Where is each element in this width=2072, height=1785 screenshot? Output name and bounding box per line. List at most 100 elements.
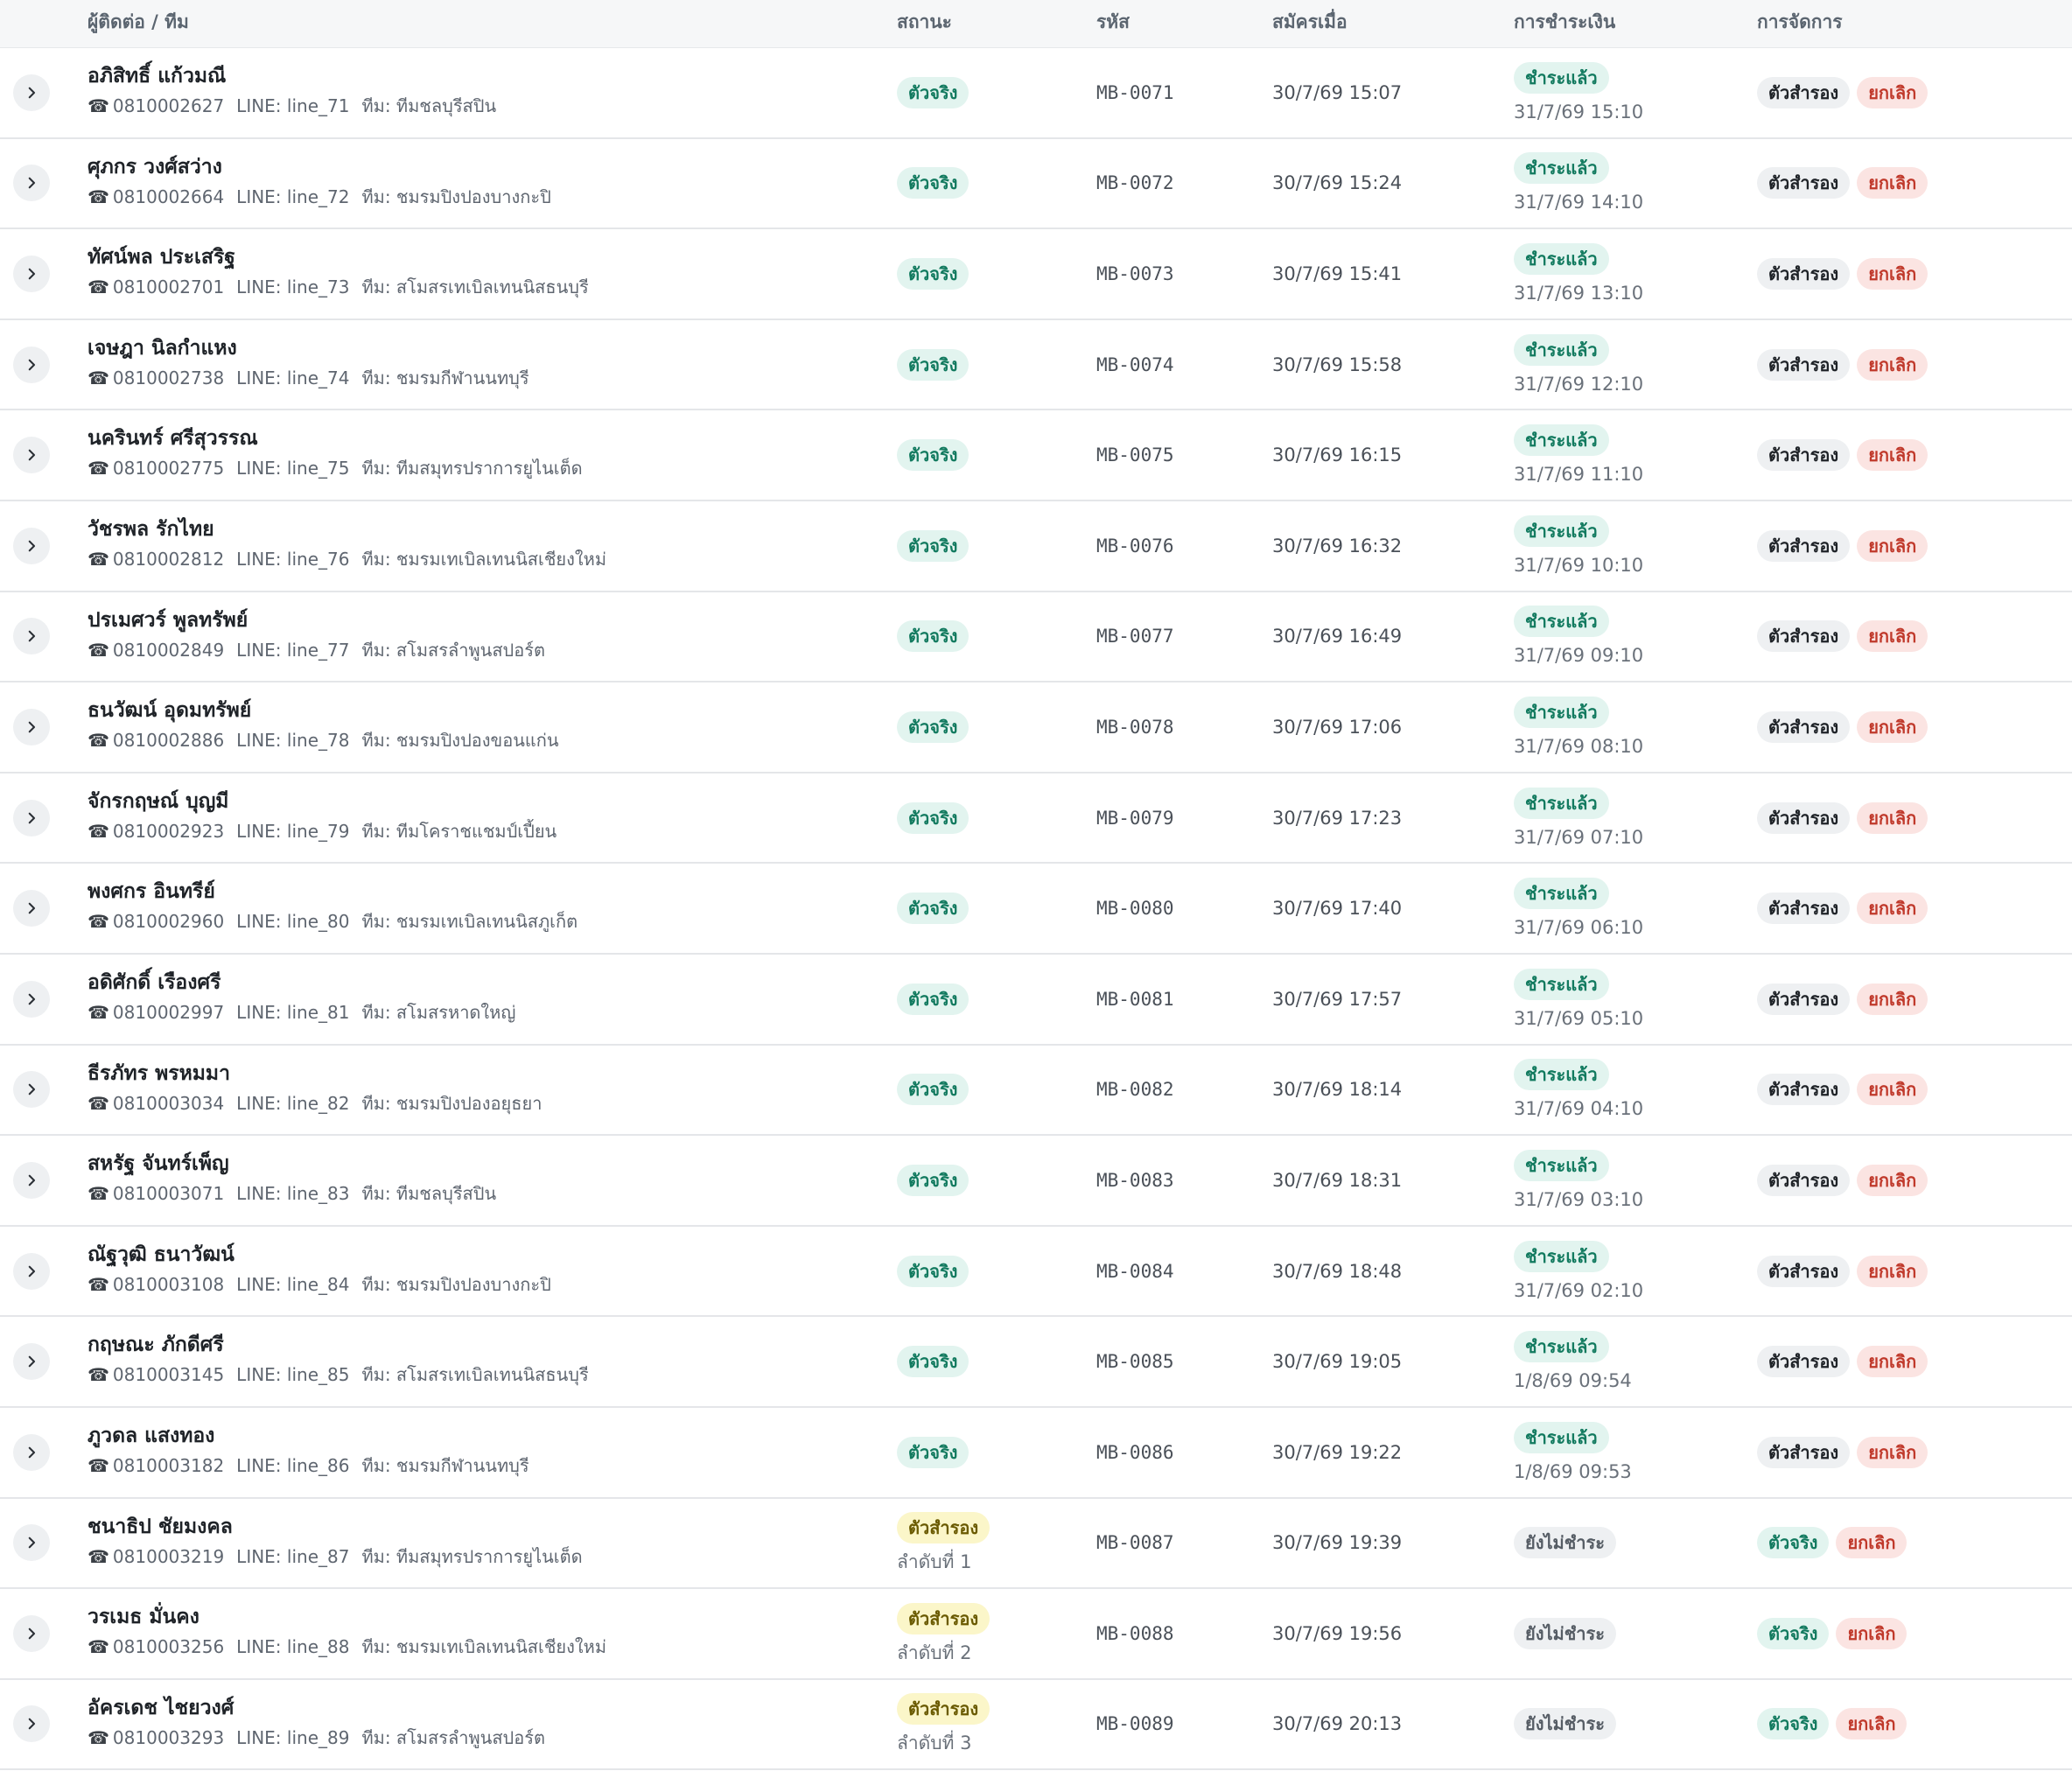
cancel-button[interactable]: ยกเลิก xyxy=(1857,167,1928,200)
expand-row-button[interactable] xyxy=(13,1433,50,1471)
expand-row-button[interactable] xyxy=(13,1343,50,1381)
chevron-right-icon xyxy=(28,721,36,733)
move-to-reserve-button[interactable]: ตัวสำรอง xyxy=(1757,983,1851,1015)
move-to-reserve-button[interactable]: ตัวสำรอง xyxy=(1757,1255,1851,1287)
move-to-reserve-button[interactable]: ตัวสำรอง xyxy=(1757,529,1851,562)
expand-row-button[interactable] xyxy=(13,255,50,292)
team-prefix: ทีม: xyxy=(361,1001,396,1023)
move-to-reserve-button[interactable]: ตัวสำรอง xyxy=(1757,257,1851,290)
phone-icon: ☎ xyxy=(88,1364,109,1386)
header-code[interactable]: รหัส xyxy=(1096,0,1130,47)
cancel-button[interactable]: ยกเลิก xyxy=(1857,1346,1928,1378)
move-to-reserve-button[interactable]: ตัวสำรอง xyxy=(1757,348,1851,381)
payment-cell: ชำระแล้ว 31/7/69 07:10 xyxy=(1514,787,1643,849)
expand-row-button[interactable] xyxy=(13,618,50,655)
payment-cell: ชำระแล้ว 31/7/69 08:10 xyxy=(1514,696,1643,758)
cancel-button[interactable]: ยกเลิก xyxy=(1836,1617,1908,1649)
team-name: ชมรมปิงปองขอนแก่น xyxy=(396,730,559,752)
cancel-button[interactable]: ยกเลิก xyxy=(1857,983,1928,1015)
paid-at: 31/7/69 12:10 xyxy=(1514,373,1644,395)
header-payment[interactable]: การชำระเงิน xyxy=(1514,0,1615,47)
cancel-button[interactable]: ยกเลิก xyxy=(1857,620,1928,653)
team-prefix: ทีม: xyxy=(361,458,396,480)
line-id: line_73 xyxy=(286,276,350,298)
payment-cell: ชำระแล้ว 31/7/69 06:10 xyxy=(1514,878,1643,939)
cancel-button[interactable]: ยกเลิก xyxy=(1857,529,1928,562)
expand-row-button[interactable] xyxy=(13,708,50,746)
header-status[interactable]: สถานะ xyxy=(897,0,952,47)
cancel-button[interactable]: ยกเลิก xyxy=(1857,1164,1928,1196)
cancel-button[interactable]: ยกเลิก xyxy=(1857,439,1928,472)
line-id: line_89 xyxy=(286,1726,350,1748)
cancel-button[interactable]: ยกเลิก xyxy=(1857,710,1928,743)
team-prefix: ทีม: xyxy=(361,820,396,842)
move-to-reserve-button[interactable]: ตัวสำรอง xyxy=(1757,76,1851,108)
expand-row-button[interactable] xyxy=(13,164,50,202)
expand-row-button[interactable] xyxy=(13,890,50,928)
payment-cell: ชำระแล้ว 1/8/69 09:53 xyxy=(1514,1421,1632,1483)
expand-row-button[interactable] xyxy=(13,1161,50,1199)
expand-row-button[interactable] xyxy=(13,437,50,474)
line-id: line_88 xyxy=(286,1636,350,1658)
status-badge-main: ตัวจริง xyxy=(897,892,970,925)
cancel-button[interactable]: ยกเลิก xyxy=(1857,1436,1928,1468)
contact-cell: ธนวัฒน์ อุดมทรัพย์ ☎ 0810002886 LINE: line… xyxy=(88,696,571,753)
expand-row-button[interactable] xyxy=(13,980,50,1018)
registered-date: 30/7/69 18:14 xyxy=(1272,1079,1403,1101)
cancel-button[interactable]: ยกเลิก xyxy=(1836,1708,1908,1740)
cancel-button[interactable]: ยกเลิก xyxy=(1857,802,1928,834)
payment-badge-paid: ชำระแล้ว xyxy=(1514,606,1609,638)
move-to-main-button[interactable]: ตัวจริง xyxy=(1757,1708,1830,1740)
expand-row-button[interactable] xyxy=(13,1524,50,1562)
move-to-reserve-button[interactable]: ตัวสำรอง xyxy=(1757,167,1851,200)
expand-row-button[interactable] xyxy=(13,1071,50,1109)
line-prefix: LINE: xyxy=(236,1183,287,1205)
chevron-right-icon xyxy=(28,1084,36,1096)
move-to-reserve-button[interactable]: ตัวสำรอง xyxy=(1757,1346,1851,1378)
status-cell: ตัวจริง xyxy=(897,167,970,200)
cancel-button[interactable]: ยกเลิก xyxy=(1857,76,1928,108)
move-to-main-button[interactable]: ตัวจริง xyxy=(1757,1617,1830,1649)
expand-row-button[interactable] xyxy=(13,74,50,111)
expand-row-button[interactable] xyxy=(13,1614,50,1652)
expand-row-button[interactable] xyxy=(13,346,50,383)
move-to-reserve-button[interactable]: ตัวสำรอง xyxy=(1757,802,1851,834)
cancel-button[interactable]: ยกเลิก xyxy=(1857,348,1928,381)
line-prefix: LINE: xyxy=(236,730,287,752)
contact-meta: ☎ 0810003219 LINE: line_87 ทีม: ทีมสมุทรปรา… xyxy=(88,1544,595,1570)
status-badge-main: ตัวจริง xyxy=(897,1074,970,1106)
phone-icon: ☎ xyxy=(88,95,109,116)
phone-icon: ☎ xyxy=(88,639,109,661)
line-label: LINE: line_82 xyxy=(236,1093,349,1114)
expand-row-button[interactable] xyxy=(13,1705,50,1743)
header-registered[interactable]: สมัครเมื่อ xyxy=(1272,0,1348,47)
cancel-button[interactable]: ยกเลิก xyxy=(1857,1074,1928,1106)
cancel-button[interactable]: ยกเลิก xyxy=(1857,892,1928,925)
status-badge-main: ตัวจริง xyxy=(897,620,970,653)
team-label: ทีม: ทีมสมุทรปราการยูไนเต็ด xyxy=(361,458,582,479)
move-to-reserve-button[interactable]: ตัวสำรอง xyxy=(1757,1436,1851,1468)
table-row: ณัฐวุฒิ ธนาวัฒน์ ☎ 0810003108 LINE: line_8… xyxy=(0,1226,2072,1318)
cancel-button[interactable]: ยกเลิก xyxy=(1857,257,1928,290)
expand-row-button[interactable] xyxy=(13,799,50,836)
cancel-button[interactable]: ยกเลิก xyxy=(1836,1527,1908,1559)
move-to-reserve-button[interactable]: ตัวสำรอง xyxy=(1757,1074,1851,1106)
move-to-reserve-button[interactable]: ตัวสำรอง xyxy=(1757,439,1851,472)
move-to-reserve-button[interactable]: ตัวสำรอง xyxy=(1757,1164,1851,1196)
chevron-right-icon xyxy=(28,1718,36,1730)
move-to-reserve-button[interactable]: ตัวสำรอง xyxy=(1757,620,1851,653)
paid-at: 31/7/69 14:10 xyxy=(1514,192,1644,214)
contact-cell: ธีรภัทร พรหมมา ☎ 0810003034 LINE: line_82 ท… xyxy=(88,1060,554,1116)
contact-meta: ☎ 0810002738 LINE: line_74 ทีม: ชมรมกีฬานนท… xyxy=(88,365,542,391)
expand-row-button[interactable] xyxy=(13,1252,50,1290)
contact-meta: ☎ 0810003108 LINE: line_84 ทีม: ชมรมปิงปองบ… xyxy=(88,1271,564,1298)
paid-at: 31/7/69 10:10 xyxy=(1514,554,1644,576)
move-to-reserve-button[interactable]: ตัวสำรอง xyxy=(1757,892,1851,925)
team-name: ชมรมกีฬานนทบุรี xyxy=(396,367,529,388)
registered-date: 30/7/69 18:31 xyxy=(1272,1169,1403,1191)
expand-row-button[interactable] xyxy=(13,527,50,564)
move-to-reserve-button[interactable]: ตัวสำรอง xyxy=(1757,710,1851,743)
cancel-button[interactable]: ยกเลิก xyxy=(1857,1255,1928,1287)
header-contact[interactable]: ผู้ติดต่อ / ทีม xyxy=(88,0,189,47)
move-to-main-button[interactable]: ตัวจริง xyxy=(1757,1527,1830,1559)
